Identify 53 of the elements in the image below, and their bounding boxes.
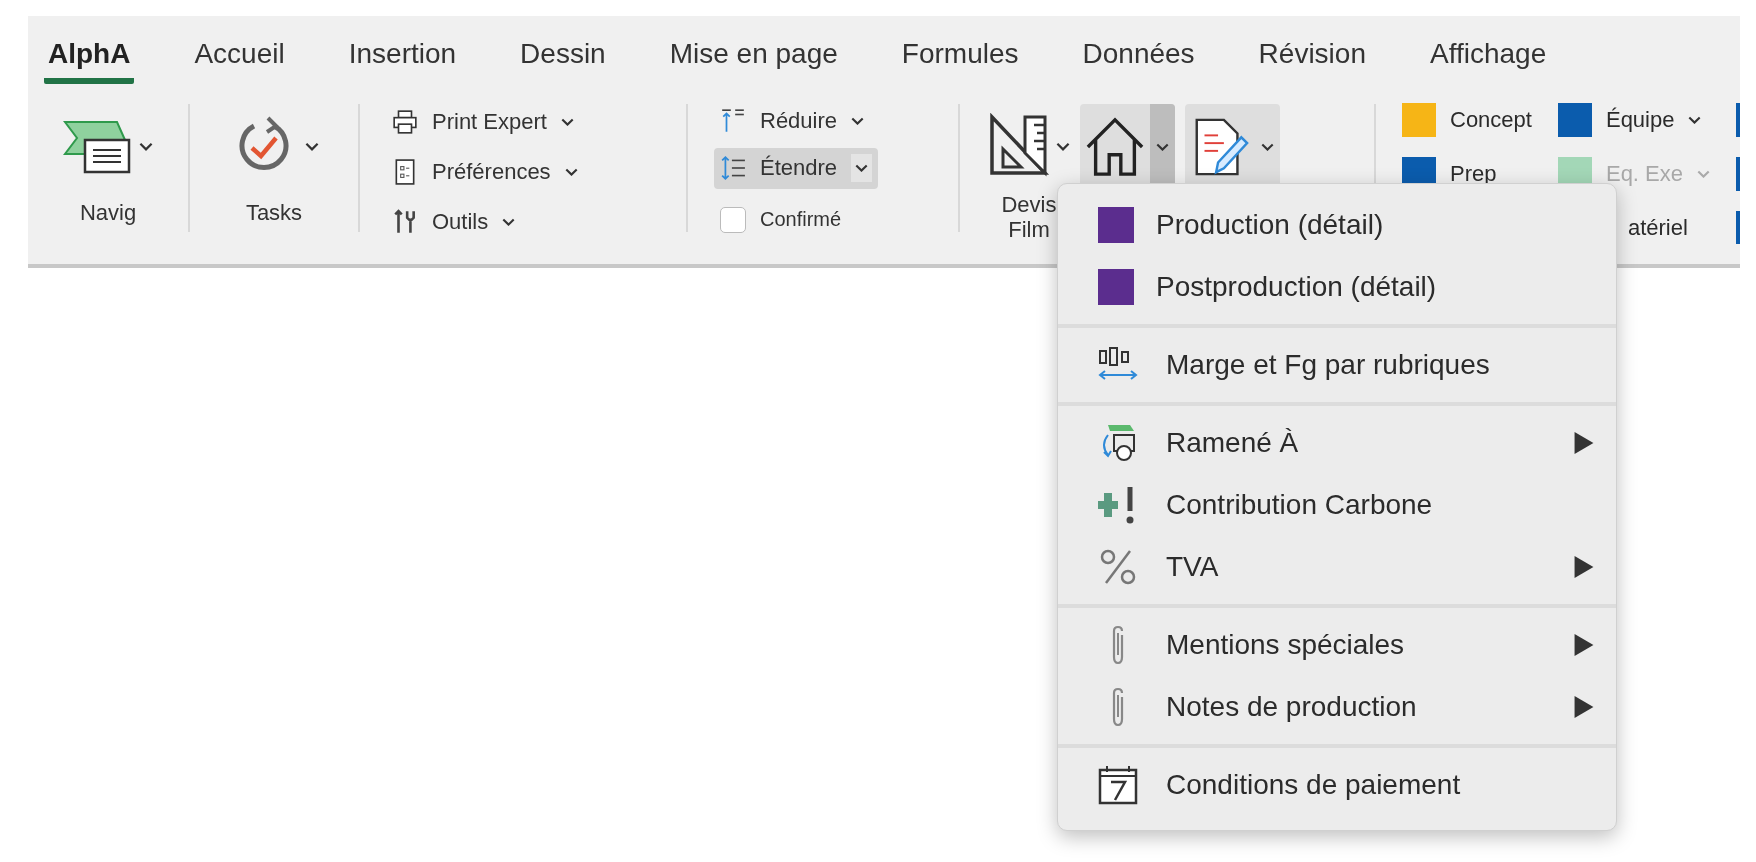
checkbox-label: Confirmé (760, 208, 842, 231)
caret-icon (1156, 143, 1169, 151)
percent-icon (1098, 547, 1138, 587)
expand-icon (720, 155, 746, 182)
ribbon-command[interactable]: Outils (386, 200, 522, 244)
legend-label[interactable]: Équipe (1605, 107, 1675, 133)
ribbon-command[interactable]: Préférences (386, 150, 584, 194)
ribbon-command[interactable]: Réduire (714, 100, 871, 142)
printer-icon (392, 109, 418, 135)
caret-icon[interactable] (139, 141, 153, 151)
submenu-arrow-icon (1574, 432, 1594, 454)
confirmed-checkbox[interactable] (720, 206, 746, 233)
caret-icon (560, 118, 574, 126)
menu-item[interactable]: Postproduction (détail) (1058, 256, 1616, 318)
caret-icon (1261, 143, 1274, 151)
ribbon-tab[interactable]: Révision (1254, 16, 1370, 84)
ribbon-tab[interactable]: Formules (897, 16, 1023, 84)
menu-item[interactable]: Notes de production (1058, 676, 1616, 738)
caret-icon (851, 154, 873, 183)
menu-item[interactable]: Ramené À (1058, 412, 1616, 474)
ribbon-tab[interactable]: Dessin (516, 16, 610, 84)
calendar-icon (1098, 765, 1138, 805)
submenu-arrow-icon (1574, 696, 1594, 718)
submenu-arrow-icon (1574, 556, 1594, 578)
menu-item[interactable]: Production (détail) (1058, 194, 1616, 256)
caret-icon (851, 116, 865, 125)
menu-item[interactable]: Conditions de paiement (1058, 754, 1616, 816)
ribbon-tab[interactable]: Mise en page (665, 16, 842, 84)
caret-icon[interactable] (1688, 116, 1702, 124)
legend-label[interactable]: Prep (1450, 161, 1497, 187)
submenu-arrow-icon (1574, 634, 1594, 656)
collapse-icon (720, 107, 746, 134)
ribbon-tab[interactable]: Affichage (1426, 16, 1551, 84)
menu-item[interactable]: TVA (1058, 536, 1616, 598)
ribbon-command[interactable]: Print Expert (386, 100, 580, 144)
set-square-ruler-icon[interactable] (988, 113, 1050, 179)
caret-icon[interactable] (1056, 141, 1070, 151)
menu-item[interactable]: Contribution Carbone (1058, 474, 1616, 536)
navig-label[interactable]: Navig (79, 200, 137, 226)
tasks-label[interactable]: Tasks (245, 200, 303, 226)
menu-item[interactable]: Marge et Fg par rubriques (1058, 334, 1616, 396)
menu-item[interactable]: Mentions spéciales (1058, 614, 1616, 676)
ribbon-command[interactable]: Étendre (714, 147, 879, 190)
ribbon-tab[interactable]: Données (1078, 16, 1199, 84)
caret-icon (502, 218, 516, 226)
ribbon-tab[interactable]: AlphA (44, 16, 135, 84)
legend-label: Eq. Exe (1605, 161, 1683, 187)
caret-icon (564, 168, 578, 176)
tools-icon (392, 209, 418, 235)
legend-label[interactable]: Concept (1450, 107, 1532, 133)
ribbon-tab[interactable]: Insertion (344, 16, 461, 84)
ribbon-tab[interactable]: Accueil (190, 16, 289, 84)
caret-icon[interactable] (305, 141, 319, 151)
